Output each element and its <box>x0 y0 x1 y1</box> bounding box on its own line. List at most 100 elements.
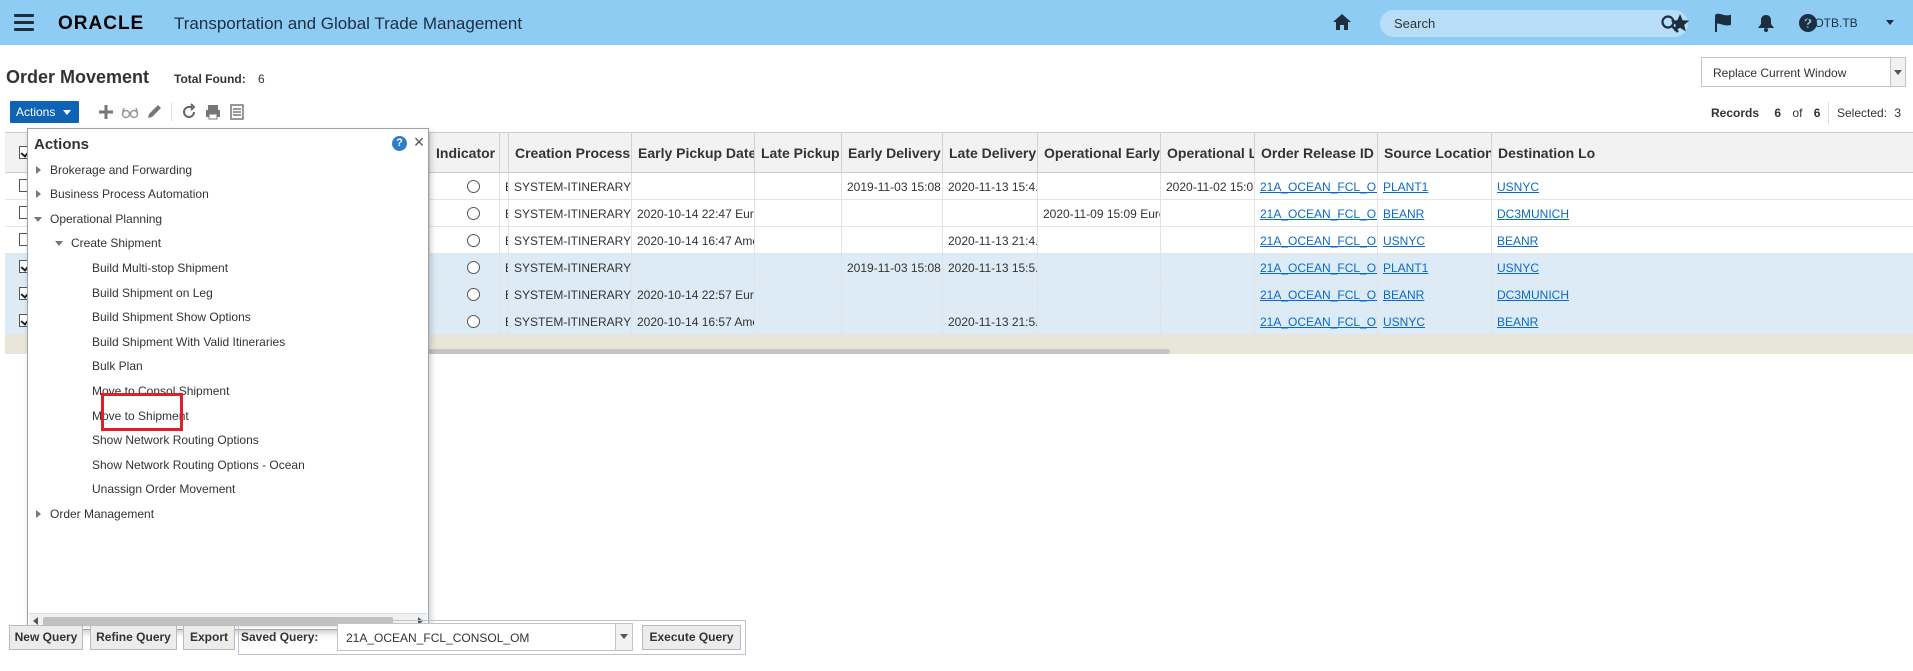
column-header-late-delivery[interactable]: Late Delivery ... <box>943 133 1038 172</box>
column-header-narrow[interactable] <box>500 133 509 172</box>
chevron-down-icon[interactable] <box>1890 58 1905 86</box>
grid-horizontal-scrollbar[interactable] <box>415 349 1170 354</box>
action-item[interactable]: Show Network Routing Options - Ocean <box>92 456 305 474</box>
table-cell <box>632 254 755 281</box>
action-item[interactable]: Build Shipment Show Options <box>92 308 251 326</box>
table-cell <box>755 173 842 200</box>
table-cell[interactable]: 21A_OCEAN_FCL_OR... <box>1255 200 1378 227</box>
column-header-operational-early[interactable]: Operational Early P... <box>1038 133 1161 172</box>
action-item[interactable]: Build Multi-stop Shipment <box>92 259 228 277</box>
table-cell: 2020-10-14 16:57 Ame... <box>632 308 755 335</box>
star-icon[interactable] <box>1669 12 1691 34</box>
list-icon[interactable] <box>228 103 246 121</box>
toolbar-divider <box>1828 102 1829 124</box>
indicator-cell <box>430 227 500 254</box>
table-cell: E <box>500 254 509 281</box>
table-cell[interactable]: BEANR <box>1492 308 1913 335</box>
window-mode-select[interactable]: Replace Current Window <box>1701 57 1906 87</box>
actions-button[interactable]: Actions <box>10 101 79 123</box>
table-cell <box>842 281 943 308</box>
action-item[interactable]: Build Shipment With Valid Itineraries <box>92 333 285 351</box>
table-cell[interactable]: USNYC <box>1492 173 1913 200</box>
chevron-down-icon[interactable] <box>615 624 632 650</box>
table-cell: 2019-11-03 15:08 ... <box>842 254 943 281</box>
close-icon[interactable]: × <box>411 133 427 151</box>
add-icon[interactable] <box>97 103 115 121</box>
edit-icon[interactable] <box>145 103 163 121</box>
table-cell <box>1161 281 1255 308</box>
indicator-radio[interactable] <box>467 288 480 301</box>
table-cell[interactable]: DC3MUNICH <box>1492 281 1913 308</box>
action-item[interactable]: Unassign Order Movement <box>92 480 235 498</box>
table-cell <box>1161 200 1255 227</box>
table-cell[interactable]: PLANT1 <box>1378 173 1492 200</box>
saved-query-select[interactable]: 21A_OCEAN_FCL_CONSOL_OM <box>337 623 633 651</box>
action-group[interactable]: Order Management <box>50 505 154 523</box>
refresh-icon[interactable] <box>180 103 198 121</box>
column-header-indicator[interactable]: Indicator <box>430 133 500 172</box>
flag-icon[interactable] <box>1712 12 1734 34</box>
table-cell <box>755 308 842 335</box>
user-caret-icon[interactable] <box>1886 20 1894 25</box>
table-cell[interactable]: BEANR <box>1492 227 1913 254</box>
table-cell[interactable]: BEANR <box>1378 200 1492 227</box>
home-icon[interactable] <box>1331 12 1353 32</box>
table-cell[interactable]: 21A_OCEAN_FCL_OR... <box>1255 308 1378 335</box>
table-cell[interactable]: 21A_OCEAN_FCL_OR... <box>1255 254 1378 281</box>
table-cell[interactable]: BEANR <box>1378 281 1492 308</box>
search-input[interactable] <box>1392 14 1642 33</box>
indicator-radio[interactable] <box>467 234 480 247</box>
table-cell[interactable]: USNYC <box>1378 227 1492 254</box>
column-header-destination-location[interactable]: Destination Lo <box>1492 133 1913 172</box>
action-group[interactable]: Business Process Automation <box>50 185 209 203</box>
selected-label: Selected: <box>1837 106 1888 120</box>
scroll-left-icon[interactable] <box>33 617 38 625</box>
action-item[interactable]: Build Shipment on Leg <box>92 284 213 302</box>
user-menu[interactable]: OOTB.TB <box>1805 16 1858 30</box>
column-header-early-pickup[interactable]: Early Pickup Date <box>632 133 755 172</box>
caret-down-icon <box>63 110 71 115</box>
column-header-source-location[interactable]: Source Location ID <box>1378 133 1492 172</box>
indicator-radio[interactable] <box>467 207 480 220</box>
column-header-creation-process[interactable]: Creation Process Ty... <box>509 133 632 172</box>
table-cell[interactable]: USNYC <box>1378 308 1492 335</box>
table-cell[interactable]: PLANT1 <box>1378 254 1492 281</box>
action-group[interactable]: Operational Planning <box>50 210 162 228</box>
expand-right-icon[interactable] <box>36 165 41 174</box>
table-cell <box>1038 254 1161 281</box>
table-cell[interactable]: 21A_OCEAN_FCL_OR... <box>1255 227 1378 254</box>
indicator-radio[interactable] <box>467 261 480 274</box>
column-header-early-delivery[interactable]: Early Delivery ... <box>842 133 943 172</box>
column-header-order-release[interactable]: Order Release ID <box>1255 133 1378 172</box>
glasses-icon[interactable] <box>121 103 139 121</box>
table-cell[interactable]: USNYC <box>1492 254 1913 281</box>
help-icon[interactable]: ? <box>392 136 407 151</box>
action-group[interactable]: Brokerage and Forwarding <box>50 161 192 179</box>
expand-right-icon[interactable] <box>36 510 41 518</box>
table-cell[interactable]: DC3MUNICH <box>1492 200 1913 227</box>
bell-icon[interactable] <box>1755 12 1777 34</box>
expand-down-icon[interactable] <box>34 216 42 222</box>
action-group[interactable]: Create Shipment <box>71 234 161 252</box>
print-icon[interactable] <box>204 103 222 121</box>
action-item[interactable]: Show Network Routing Options <box>92 431 259 449</box>
export-button[interactable]: Export <box>183 625 235 650</box>
menu-icon[interactable] <box>14 14 34 31</box>
execute-query-button[interactable]: Execute Query <box>642 625 741 650</box>
indicator-radio[interactable] <box>467 180 480 193</box>
search-box <box>1380 10 1688 37</box>
column-header-operational-late[interactable]: Operational L... <box>1161 133 1255 172</box>
expand-down-icon[interactable] <box>55 241 63 247</box>
table-cell: 2020-11-13 15:5... <box>943 254 1038 281</box>
table-cell[interactable]: 21A_OCEAN_FCL_OR... <box>1255 173 1378 200</box>
new-query-button[interactable]: New Query <box>9 625 83 650</box>
refine-query-button[interactable]: Refine Query <box>90 625 177 650</box>
table-cell[interactable]: 21A_OCEAN_FCL_OR... <box>1255 281 1378 308</box>
table-cell <box>1161 227 1255 254</box>
expand-right-icon[interactable] <box>36 190 41 199</box>
table-cell <box>842 200 943 227</box>
indicator-radio[interactable] <box>467 315 480 328</box>
column-header-late-pickup[interactable]: Late Pickup ... <box>755 133 842 172</box>
action-item[interactable]: Bulk Plan <box>92 357 143 375</box>
app-title: Transportation and Global Trade Manageme… <box>174 14 523 33</box>
